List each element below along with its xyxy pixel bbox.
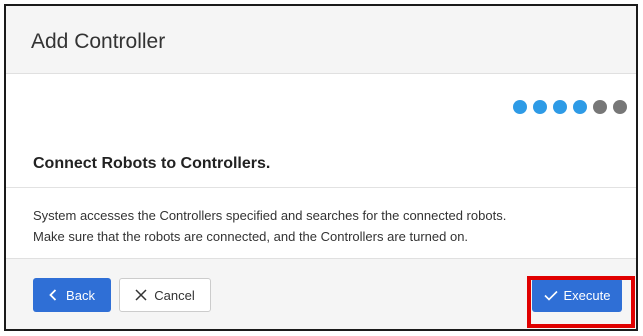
step-dot-complete <box>533 100 547 114</box>
cancel-button-label: Cancel <box>154 287 195 303</box>
execute-button[interactable]: Execute <box>532 278 622 312</box>
step-heading: Connect Robots to Controllers. <box>33 155 271 172</box>
step-dot-pending <box>593 100 607 114</box>
check-icon <box>543 290 558 301</box>
step-dot-complete <box>553 100 567 114</box>
description-line-1: System accesses the Controllers specifie… <box>33 208 507 223</box>
step-indicator <box>513 100 627 114</box>
step-dot-complete <box>573 100 587 114</box>
add-controller-dialog: Add Controller Connect Robots to Control… <box>4 4 638 331</box>
chevron-left-icon <box>49 289 57 301</box>
back-button[interactable]: Back <box>33 278 111 312</box>
dialog-footer: Back Cancel Execute <box>6 258 636 329</box>
content-divider <box>6 187 636 188</box>
close-icon <box>135 289 147 301</box>
dialog-header: Add Controller <box>6 6 636 74</box>
cancel-button[interactable]: Cancel <box>119 278 211 312</box>
back-button-label: Back <box>66 287 95 303</box>
step-dot-pending <box>613 100 627 114</box>
step-description: System accesses the Controllers specifie… <box>33 205 633 247</box>
dialog-title: Add Controller <box>31 30 166 53</box>
step-dot-complete <box>513 100 527 114</box>
description-line-2: Make sure that the robots are connected,… <box>33 229 469 244</box>
execute-button-label: Execute <box>563 287 611 303</box>
